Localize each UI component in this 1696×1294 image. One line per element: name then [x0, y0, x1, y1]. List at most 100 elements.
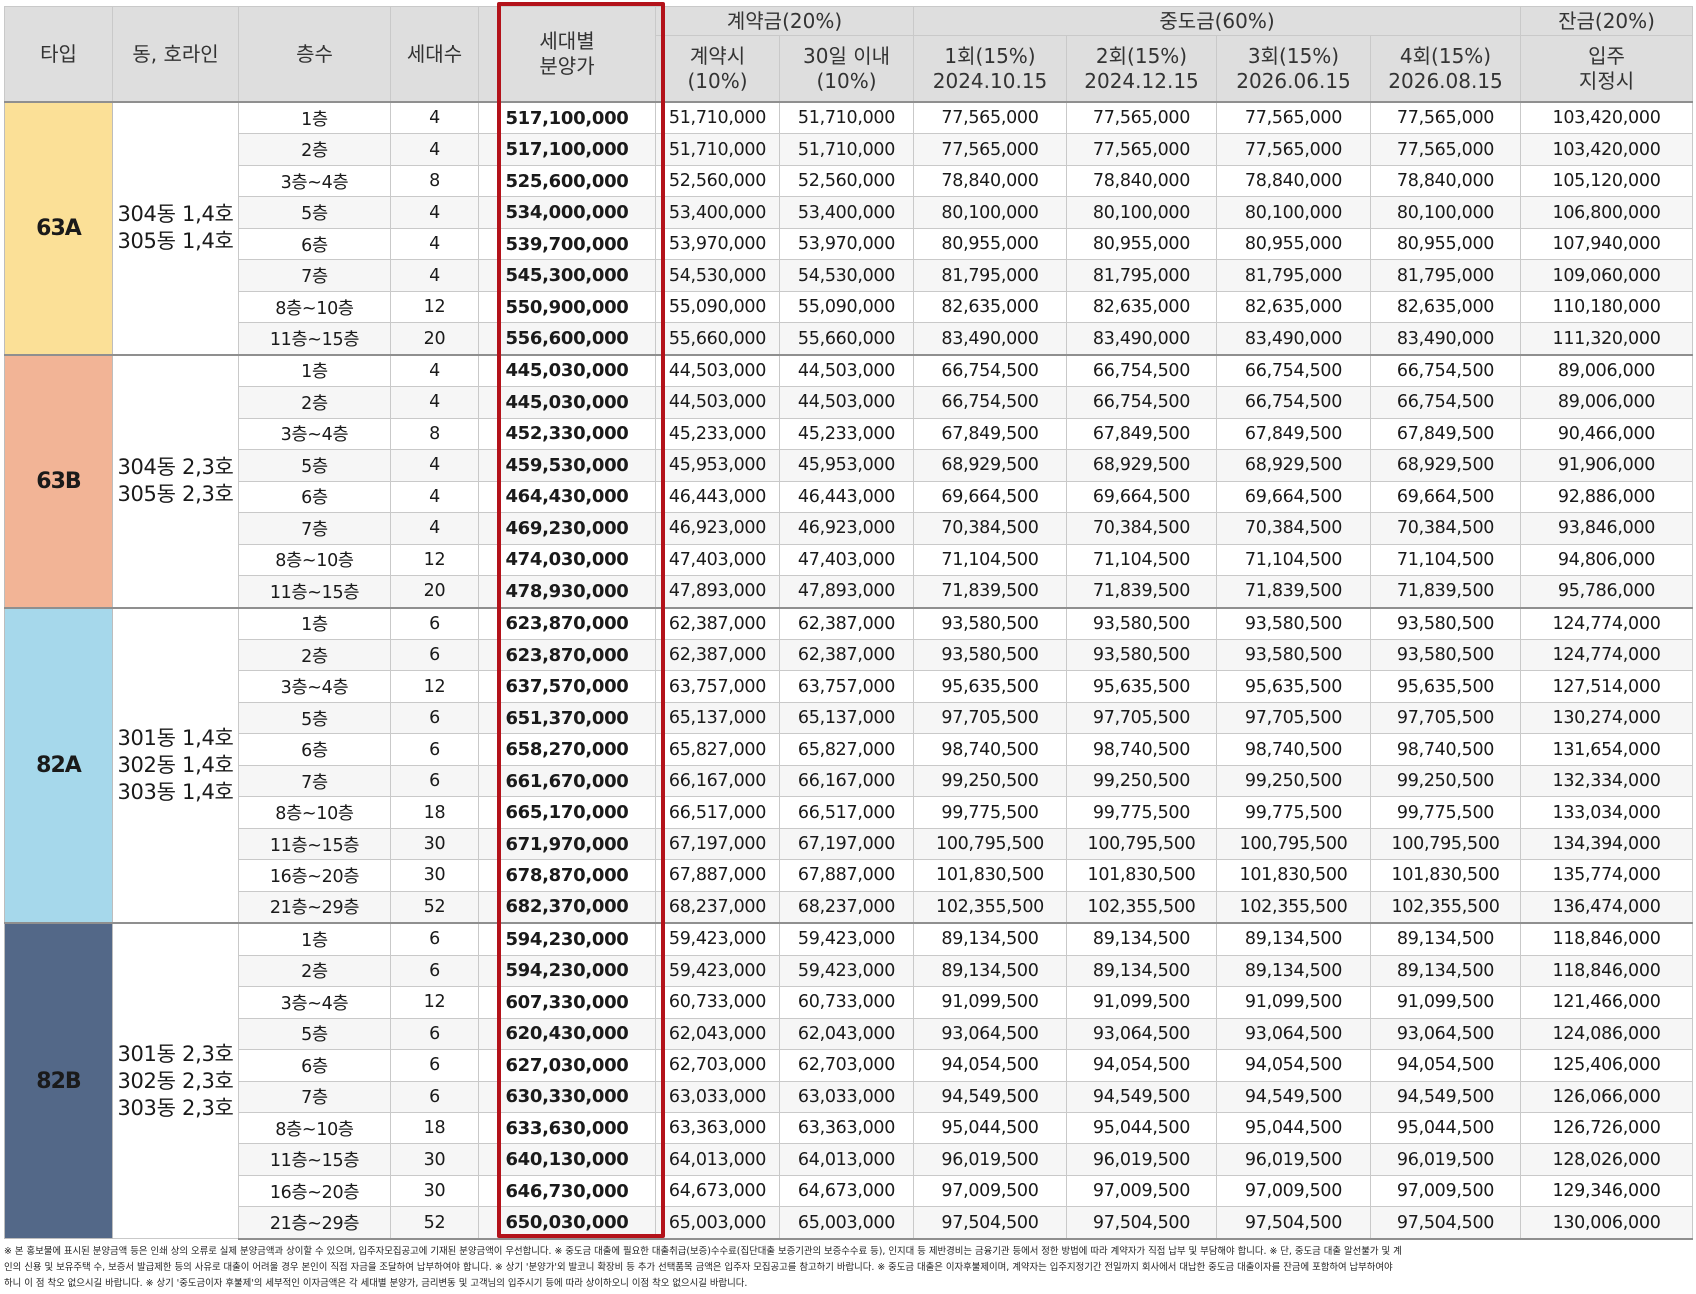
table-header: 타입 동, 호라인 층수 세대수 세대별 분양가 계약금(20%) 중도금(60… [4, 6, 1694, 103]
contract-1-cell: 59,423,000 [655, 954, 780, 988]
balance-cell: 130,274,000 [1520, 701, 1694, 735]
contract-1-cell: 44,503,000 [655, 386, 780, 419]
mid-1-cell: 98,740,500 [913, 733, 1068, 766]
mid-4-cell: 95,044,500 [1370, 1111, 1522, 1145]
table-row: 63A 304동 1,4호 305동 1,4호 1층 4 517,100,000 51,71… [4, 101, 1694, 356]
balance-cell: 90,466,000 [1520, 417, 1694, 451]
table-row: 2층 4 445,030,000 44,503,000 44,503,000 66,754… [5, 386, 1694, 419]
header-mid-4-label: 4회(15%) [1399, 43, 1492, 68]
contract-2-cell: 65,827,000 [778, 733, 915, 766]
mid-4-cell: 66,754,500 [1370, 386, 1522, 419]
header-units: 세대수 [390, 6, 479, 103]
floor-cell: 2층 [238, 638, 391, 672]
units-cell: 4 [390, 353, 479, 388]
header-mid-1-date: 2024.10.15 [932, 68, 1048, 93]
contract-1-cell: 63,363,000 [655, 1111, 780, 1145]
contract-1-cell: 65,137,000 [655, 701, 780, 735]
mid-1-cell: 66,754,500 [913, 386, 1068, 419]
price-cell: 539,700,000 [478, 227, 656, 261]
footnote-line: 하니 이 점 착오 없으시길 바랍니다. ※ 상기 '중도금이자 후불제'의 세… [4, 1278, 748, 1289]
price-cell: 623,870,000 [478, 606, 656, 640]
mid-4-cell: 99,775,500 [1370, 796, 1522, 829]
footnote-line: 인의 신용 및 보유주택 수, 보증서 발급제한 등의 사유로 대출이 어려울 … [4, 1262, 1393, 1273]
floor-cell: 6층 [238, 1049, 391, 1082]
type-cell-63b: 63B [4, 353, 113, 608]
dong-line: 302동 2,3호 [117, 1068, 234, 1093]
floor-cell: 8층~10층 [238, 1111, 391, 1145]
balance-cell: 89,006,000 [1520, 386, 1694, 419]
mid-3-cell: 99,775,500 [1216, 796, 1372, 829]
units-cell: 6 [390, 606, 479, 640]
price-cell: 459,530,000 [478, 449, 656, 482]
floor-cell: 8층~10층 [238, 290, 391, 324]
mid-1-cell: 99,250,500 [913, 764, 1068, 798]
dong-cell: 301동 2,3호 302동 2,3호 303동 2,3호 [112, 922, 239, 1240]
mid-4-cell: 69,664,500 [1370, 480, 1522, 514]
table-row: 3층~4층 12 607,330,000 60,733,000 60,733,000 91… [5, 986, 1694, 1019]
mid-3-cell: 66,754,500 [1216, 353, 1372, 388]
price-cell: 650,030,000 [478, 1206, 656, 1240]
floor-cell: 11층~15층 [238, 1143, 391, 1176]
table-row: 2층 6 594,230,000 59,423,000 59,423,000 89,134… [5, 954, 1694, 988]
floor-cell: 5층 [238, 701, 391, 735]
header-contract-1-rate: (10%) [687, 68, 748, 93]
balance-cell: 126,066,000 [1520, 1080, 1694, 1114]
mid-4-cell: 82,635,000 [1370, 290, 1522, 324]
mid-3-cell: 70,384,500 [1216, 512, 1372, 545]
mid-4-cell: 71,839,500 [1370, 575, 1522, 609]
table-row: 7층 4 545,300,000 54,530,000 54,530,000 81,795… [5, 259, 1694, 292]
mid-3-cell: 98,740,500 [1216, 733, 1372, 766]
mid-4-cell: 89,134,500 [1370, 922, 1522, 956]
units-cell: 12 [390, 543, 479, 577]
price-cell: 640,130,000 [478, 1143, 656, 1176]
floor-cell: 3층~4층 [238, 670, 391, 703]
header-mid-group: 중도금(60%) [913, 6, 1522, 36]
floor-cell: 16층~20층 [238, 1174, 391, 1208]
price-cell: 469,230,000 [478, 512, 656, 545]
contract-2-cell: 65,137,000 [778, 701, 915, 735]
price-cell: 671,970,000 [478, 827, 656, 861]
mid-4-cell: 95,635,500 [1370, 670, 1522, 703]
contract-2-cell: 59,423,000 [778, 922, 915, 956]
mid-1-cell: 89,134,500 [913, 954, 1068, 988]
floor-cell: 1층 [238, 606, 391, 640]
mid-1-cell: 96,019,500 [913, 1143, 1068, 1176]
floor-cell: 21층~29층 [238, 890, 391, 925]
table-row: 3층~4층 8 452,330,000 45,233,000 45,233,000 67,… [5, 417, 1694, 451]
contract-2-cell: 44,503,000 [778, 386, 915, 419]
mid-4-cell: 97,009,500 [1370, 1174, 1522, 1208]
contract-2-cell: 45,953,000 [778, 449, 915, 482]
contract-2-cell: 66,517,000 [778, 796, 915, 829]
contract-2-cell: 53,400,000 [778, 196, 915, 229]
balance-cell: 126,726,000 [1520, 1111, 1694, 1145]
price-cell: 445,030,000 [478, 353, 656, 388]
units-cell: 8 [390, 164, 479, 198]
balance-cell: 94,806,000 [1520, 543, 1694, 577]
mid-2-cell: 66,754,500 [1066, 353, 1218, 388]
mid-3-cell: 97,009,500 [1216, 1174, 1372, 1208]
table-row: 16층~20층 30 678,870,000 67,887,000 67,887,000… [5, 859, 1694, 892]
units-cell: 4 [390, 259, 479, 292]
units-cell: 4 [390, 101, 479, 135]
contract-2-cell: 53,970,000 [778, 227, 915, 261]
mid-4-cell: 77,565,000 [1370, 101, 1522, 135]
floor-cell: 2층 [238, 386, 391, 419]
mid-1-cell: 102,355,500 [913, 890, 1068, 925]
table-row: 8층~10층 18 633,630,000 63,363,000 63,363,000 9… [5, 1111, 1694, 1145]
footnotes: ※ 본 홍보물에 표시된 분양금액 등은 인쇄 상의 오류로 실제 분양금액과 … [4, 1244, 1692, 1292]
contract-1-cell: 54,530,000 [655, 259, 780, 292]
units-cell: 6 [390, 701, 479, 735]
header-contract-2-label: 30일 이내 [803, 43, 891, 68]
mid-2-cell: 95,635,500 [1066, 670, 1218, 703]
mid-2-cell: 91,099,500 [1066, 986, 1218, 1019]
price-cell: 658,270,000 [478, 733, 656, 766]
contract-2-cell: 63,033,000 [778, 1080, 915, 1114]
mid-2-cell: 99,250,500 [1066, 764, 1218, 798]
mid-3-cell: 80,955,000 [1216, 227, 1372, 261]
mid-2-cell: 69,664,500 [1066, 480, 1218, 514]
contract-2-cell: 51,710,000 [778, 101, 915, 135]
dong-line: 301동 2,3호 [117, 1041, 234, 1066]
contract-2-cell: 62,703,000 [778, 1049, 915, 1082]
units-cell: 4 [390, 480, 479, 514]
mid-3-cell: 82,635,000 [1216, 290, 1372, 324]
